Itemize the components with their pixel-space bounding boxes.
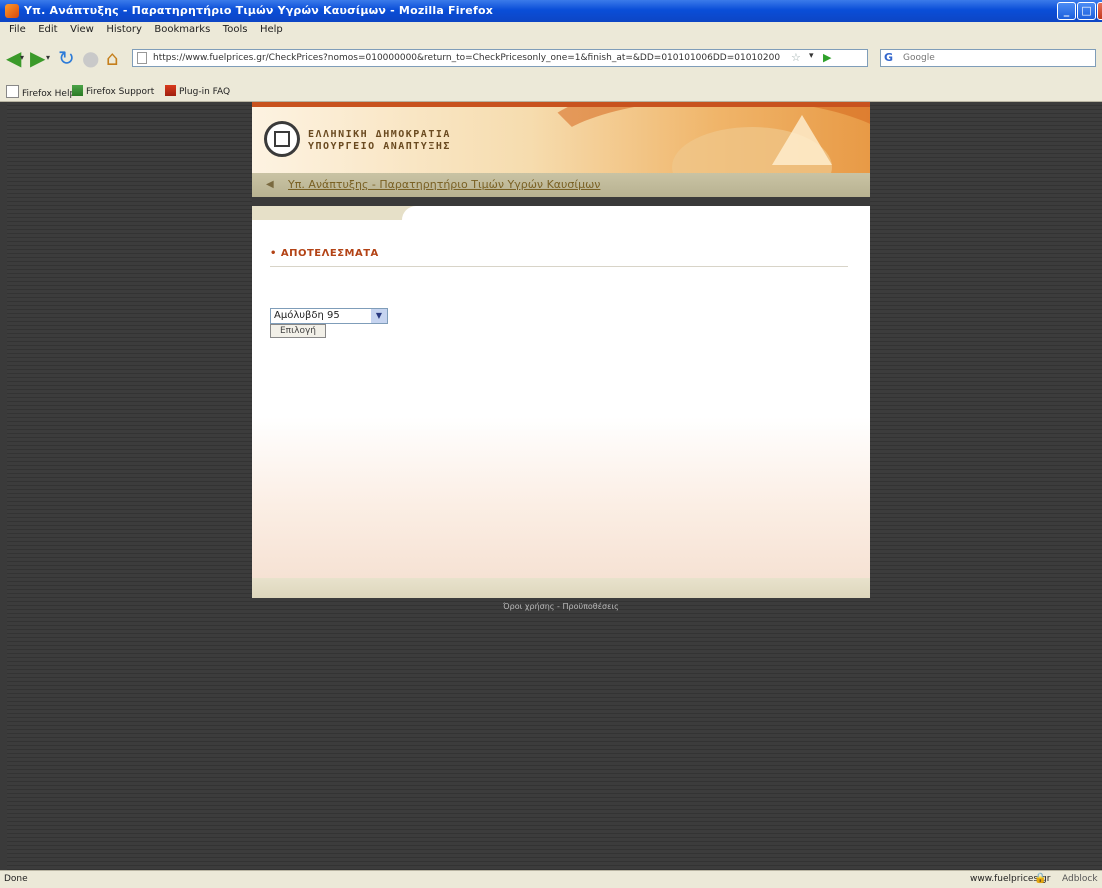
search-bar[interactable]: G — [880, 49, 1096, 67]
stop-icon[interactable]: ● — [82, 47, 99, 69]
forward-icon[interactable]: ▶ — [30, 47, 45, 69]
address-dropdown-icon[interactable]: ▾ — [809, 51, 814, 61]
menu-view[interactable]: View — [70, 24, 94, 35]
status-bar: Done www.fuelprices.gr 🔒 Adblock — [0, 870, 1102, 888]
support-icon — [72, 85, 83, 96]
site-home-link[interactable]: Υπ. Ανάπτυξης - Παρατηρητήριο Τιμών Υγρώ… — [288, 178, 600, 191]
nav-separator — [252, 197, 870, 206]
heading-divider — [270, 266, 848, 267]
bookmarks-toolbar: Firefox Help Firefox Support Plug-in FAQ — [0, 81, 1102, 102]
chevron-down-icon[interactable]: ▼ — [371, 309, 387, 323]
logo-text-republic: ΕΛΛΗΝΙΚΗ ΔΗΜΟΚΡΑΤΙΑ — [308, 129, 451, 140]
address-bar[interactable]: https://www.fuelprices.gr/CheckPrices?no… — [132, 49, 868, 67]
site-footer-band — [252, 578, 870, 598]
bookmark-star-icon[interactable]: ☆ — [791, 51, 801, 64]
menu-bar: File Edit View History Bookmarks Tools H… — [0, 22, 1102, 39]
bookmark-label: Firefox Support — [86, 87, 155, 97]
menu-edit[interactable]: Edit — [38, 24, 57, 35]
nav-bullet-icon: ◀ — [266, 179, 274, 190]
terms-link[interactable]: Όροι χρήσης - Προϋποθέσεις — [252, 602, 870, 611]
reload-icon[interactable]: ↻ — [58, 47, 75, 69]
go-icon[interactable]: ▶ — [823, 51, 831, 64]
google-icon[interactable]: G — [884, 51, 893, 64]
bookmark-label: Firefox Help — [22, 89, 76, 99]
window-title: Υπ. Ανάπτυξης - Παρατηρητήριο Τιμών Υγρώ… — [24, 4, 494, 17]
adblock-button[interactable]: Adblock — [1062, 874, 1098, 884]
greek-seal-logo — [264, 121, 300, 157]
site-nav-bar: ◀ Υπ. Ανάπτυξης - Παρατηρητήριο Τιμών Υγ… — [252, 173, 870, 197]
fuel-type-selected: Αμόλυβδη 95 — [274, 310, 340, 321]
fuel-type-select[interactable]: Αμόλυβδη 95 ▼ — [270, 308, 388, 324]
page-icon — [137, 52, 147, 64]
bookmark-firefox-support[interactable]: Firefox Support — [72, 85, 154, 97]
bookmark-plugin-faq[interactable]: Plug-in FAQ — [165, 85, 230, 97]
menu-history[interactable]: History — [106, 24, 142, 35]
lock-icon[interactable]: 🔒 — [1034, 873, 1046, 884]
forward-history-dropdown-icon[interactable]: ▾ — [46, 53, 50, 62]
page-icon — [6, 85, 19, 98]
sub-header-tab — [252, 206, 870, 220]
address-text[interactable]: https://www.fuelprices.gr/CheckPrices?no… — [153, 51, 793, 66]
menu-tools[interactable]: Tools — [223, 24, 248, 35]
site-container: ΕΛΛΗΝΙΚΗ ΔΗΜΟΚΡΑΤΙΑ ΥΠΟΥΡΓΕΙΟ ΑΝΑΠΤΥΞΗΣ … — [252, 102, 870, 598]
results-heading: • ΑΠΟΤΕΛΕΣΜΑΤΑ — [270, 248, 379, 259]
back-history-dropdown-icon[interactable]: ▾ — [20, 53, 24, 62]
main-content: • ΑΠΟΤΕΛΕΣΜΑΤΑ Αμόλυβδη 95 ▼ Επιλογή — [252, 220, 870, 578]
menu-file[interactable]: File — [9, 24, 26, 35]
logo-text-ministry: ΥΠΟΥΡΓΕΙΟ ΑΝΑΠΤΥΞΗΣ — [308, 141, 451, 152]
firefox-icon — [5, 4, 19, 18]
navigation-toolbar: ◀ ▾ ▶ ▾ ↻ ● ⌂ https://www.fuelprices.gr/… — [0, 39, 1102, 81]
menu-bookmarks[interactable]: Bookmarks — [154, 24, 210, 35]
close-button[interactable] — [1097, 2, 1102, 20]
status-text: Done — [4, 874, 28, 884]
site-header: ΕΛΛΗΝΙΚΗ ΔΗΜΟΚΡΑΤΙΑ ΥΠΟΥΡΓΕΙΟ ΑΝΑΠΤΥΞΗΣ — [252, 107, 870, 173]
plugin-icon — [165, 85, 176, 96]
page-viewport[interactable]: ΕΛΛΗΝΙΚΗ ΔΗΜΟΚΡΑΤΙΑ ΥΠΟΥΡΓΕΙΟ ΑΝΑΠΤΥΞΗΣ … — [7, 102, 1102, 870]
minimize-button[interactable]: _ — [1057, 2, 1076, 20]
menu-help[interactable]: Help — [260, 24, 283, 35]
select-submit-button[interactable]: Επιλογή — [270, 324, 326, 338]
search-input[interactable] — [903, 51, 1083, 65]
header-arrow — [772, 115, 832, 165]
window-titlebar[interactable]: Υπ. Ανάπτυξης - Παρατηρητήριο Τιμών Υγρώ… — [0, 0, 1102, 22]
home-icon[interactable]: ⌂ — [106, 47, 119, 69]
bookmark-label: Plug-in FAQ — [179, 87, 231, 97]
bookmark-firefox-help[interactable]: Firefox Help — [6, 85, 75, 99]
maximize-button[interactable]: □ — [1077, 2, 1096, 20]
